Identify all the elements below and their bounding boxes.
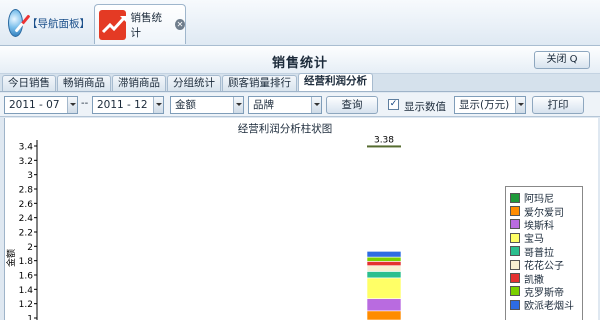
y-tick-label: 1 — [27, 315, 33, 320]
tab-label: 销售统计 — [130, 11, 162, 39]
nav-panel-button[interactable]: 【导航面板】 — [6, 6, 90, 40]
legend-swatch — [510, 246, 520, 257]
compass-icon — [8, 9, 23, 37]
bar-segment — [366, 265, 402, 272]
y-tick-label: 2.8 — [19, 186, 34, 196]
bar-segment — [366, 261, 402, 266]
legend-item: 哥普拉 — [510, 245, 582, 259]
top-navigation-bar: 【导航面板】 销售统计 ✕ — [0, 0, 600, 46]
legend-item: 欧派老烟斗 — [510, 298, 582, 313]
legend-swatch — [510, 286, 520, 297]
chevron-down-icon — [515, 97, 525, 113]
legend-label: 欧派老烟斗 — [524, 301, 574, 313]
measure-value: 金额 — [175, 99, 196, 111]
y-tick-label: 1.8 — [19, 257, 34, 267]
tab-profit-analysis[interactable]: 经营利润分析 — [298, 73, 373, 91]
page-title: 销售统计 — [271, 56, 328, 71]
legend-swatch — [510, 206, 520, 217]
unit-select[interactable]: 显示(万元) — [454, 96, 526, 114]
show-values-label: 显示数值 — [404, 101, 446, 113]
bar-segment — [366, 298, 402, 312]
tab-today-sales[interactable]: 今日销售 — [2, 75, 56, 91]
legend-item: 宝马 — [510, 231, 582, 245]
y-tick-label: 1.6 — [19, 272, 34, 282]
legend-item: 爱尔爱司 — [510, 204, 582, 219]
y-tick-label: 1.2 — [19, 300, 33, 310]
close-tab-icon[interactable]: ✕ — [174, 19, 185, 30]
legend-swatch — [510, 219, 520, 230]
y-tick-label: 2 — [27, 243, 33, 253]
legend-item: 凯撒 — [510, 271, 582, 286]
y-axis-label: 金额 — [5, 249, 17, 267]
print-button[interactable]: 打印 — [532, 96, 584, 114]
chevron-down-icon — [311, 97, 321, 113]
legend-swatch — [510, 232, 520, 243]
tab-slow-sellers[interactable]: 滞销商品 — [112, 75, 166, 91]
y-tick-label: 2.4 — [19, 214, 34, 224]
grouping-select[interactable]: 品牌 — [248, 96, 322, 114]
show-values-checkbox[interactable]: ✓ — [388, 99, 399, 110]
y-tick-label: 3.2 — [19, 157, 33, 167]
legend-item: 花花公子 — [510, 258, 582, 272]
tab-sales-statistics[interactable]: 销售统计 ✕ — [94, 4, 186, 44]
y-tick-label: 3 — [27, 171, 33, 181]
close-button[interactable]: 关闭 Q — [534, 51, 590, 69]
title-bar: 销售统计 关闭 Q — [0, 46, 600, 74]
bar-segment — [366, 277, 402, 299]
chevron-down-icon — [153, 97, 163, 113]
legend-swatch — [510, 259, 520, 270]
grouping-value: 品牌 — [253, 99, 274, 111]
bar-top-cap — [367, 145, 401, 148]
y-tick-label: 1.4 — [19, 286, 34, 296]
tab-customer-ranking[interactable]: 顾客销量排行 — [222, 75, 297, 91]
legend-item: 阿玛尼 — [510, 191, 582, 205]
chart-area: 经营利润分析柱状图 3.4 3.2 3 2.8 2.6 2.4 2.2 2 1.8 1.6 1.4 1… — [4, 118, 598, 320]
bar-total-label: 3.38 — [374, 135, 394, 145]
nav-panel-label: 【导航面板】 — [27, 17, 90, 30]
legend-swatch — [510, 273, 520, 284]
legend-item: 埃斯科 — [510, 218, 582, 232]
y-tick-label: 3.4 — [19, 143, 34, 153]
bar-segment — [366, 251, 402, 258]
y-tick-label: 2.6 — [19, 200, 34, 210]
measure-select[interactable]: 金额 — [170, 96, 244, 114]
legend-item: 克罗斯帝 — [510, 285, 582, 299]
end-month-select[interactable]: 2011 - 12 — [92, 96, 164, 114]
y-tick-label: 2.2 — [19, 229, 33, 239]
start-month-value: 2011 - 07 — [9, 99, 60, 111]
bar-segment — [366, 256, 402, 262]
report-tabs: 今日销售 畅销商品 滞销商品 分组统计 顾客销量排行 经营利润分析 — [0, 73, 600, 92]
chevron-down-icon — [67, 97, 77, 113]
range-separator: -- — [81, 98, 89, 109]
bar-segment — [366, 310, 402, 320]
filter-toolbar: 2011 - 07 -- 2011 - 12 金额 品牌 查询 ✓ 显示数值 显… — [0, 93, 600, 117]
chart-legend: 阿玛尼 爱尔爱司 埃斯科 宝马 哥普拉 花花公子 凯撒 克罗斯帝欧派老烟斗 — [505, 186, 583, 320]
unit-value: 显示(万元) — [459, 99, 510, 111]
bar-segment — [366, 271, 402, 279]
sales-chart-icon — [99, 9, 127, 40]
legend-swatch — [510, 192, 520, 203]
start-month-select[interactable]: 2011 - 07 — [4, 96, 78, 114]
tab-best-sellers[interactable]: 畅销商品 — [57, 75, 111, 91]
legend-swatch — [510, 299, 520, 310]
chevron-down-icon — [233, 97, 243, 113]
end-month-value: 2011 - 12 — [97, 99, 148, 111]
tab-group-statistics[interactable]: 分组统计 — [167, 75, 221, 91]
query-button[interactable]: 查询 — [326, 96, 378, 114]
